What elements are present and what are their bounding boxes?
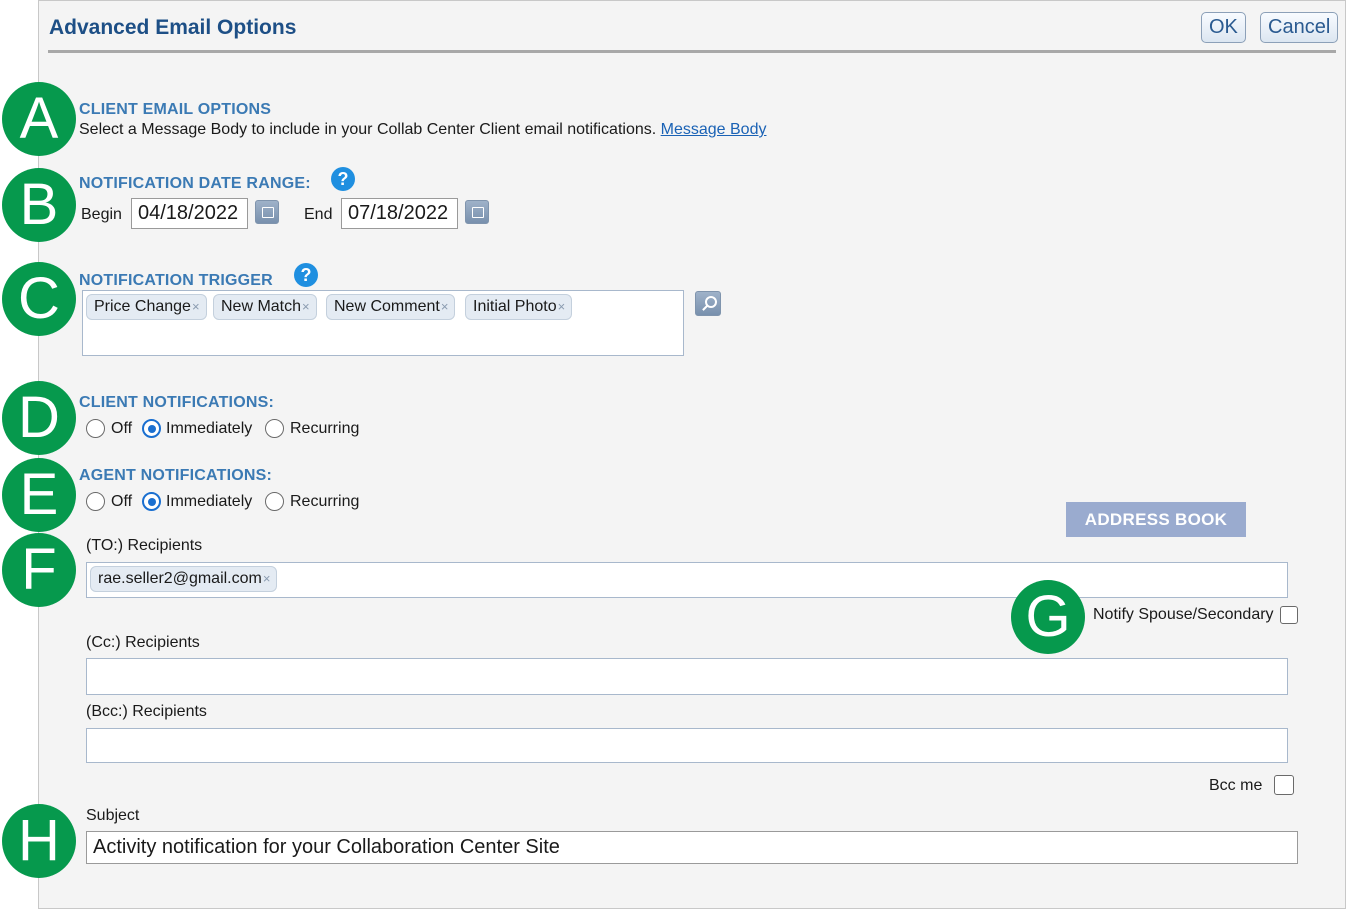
trigger-tag: Initial Photo× [465, 294, 573, 320]
begin-label: Begin [81, 206, 122, 223]
search-icon[interactable] [695, 291, 721, 316]
to-recipients-label: (TO:) Recipients [86, 537, 203, 554]
calendar-icon[interactable] [465, 200, 489, 224]
dialog-title: Advanced Email Options [49, 16, 297, 39]
help-icon[interactable]: ? [331, 167, 355, 191]
help-icon[interactable]: ? [294, 263, 318, 287]
notification-trigger-title: NOTIFICATION TRIGGER [79, 272, 273, 289]
ok-button[interactable]: OK [1201, 12, 1246, 43]
tag-label: New Comment [334, 298, 440, 315]
bcc-recipients-input[interactable] [86, 728, 1288, 763]
address-book-button[interactable]: ADDRESS BOOK [1066, 502, 1246, 537]
badge-h: H [2, 804, 76, 878]
date-range-title: NOTIFICATION DATE RANGE: [79, 175, 311, 192]
radio-label: Recurring [290, 493, 360, 510]
trigger-tag: Price Change× [86, 294, 207, 320]
calendar-icon[interactable] [255, 200, 279, 224]
close-icon[interactable]: × [263, 571, 271, 586]
radio-label: Immediately [166, 420, 253, 437]
trigger-tag: New Comment× [326, 294, 456, 320]
agent-notif-immediately-radio[interactable] [142, 492, 161, 511]
badge-g: G [1011, 580, 1085, 654]
client-notif-immediately-radio[interactable] [142, 419, 161, 438]
tag-label: Initial Photo [473, 298, 557, 315]
radio-label: Off [111, 493, 133, 510]
client-email-options-title: CLIENT EMAIL OPTIONS [79, 101, 272, 118]
badge-a: A [2, 82, 76, 156]
badge-d: D [2, 381, 76, 455]
tag-label: rae.seller2@gmail.com [98, 570, 262, 587]
agent-notifications-title: AGENT NOTIFICATIONS: [79, 467, 273, 484]
close-icon[interactable]: × [302, 299, 310, 314]
bcc-recipients-label: (Bcc:) Recipients [86, 703, 207, 720]
end-date-input[interactable]: 07/18/2022 [341, 198, 458, 229]
badge-e: E [2, 458, 76, 532]
cancel-button[interactable]: Cancel [1260, 12, 1339, 43]
cc-recipients-label: (Cc:) Recipients [86, 634, 200, 651]
subject-label: Subject [86, 807, 140, 824]
subject-input[interactable]: Activity notification for your Collabora… [86, 831, 1298, 864]
radio-label: Recurring [290, 420, 360, 437]
description-text: Select a Message Body to include in your… [79, 121, 657, 138]
close-icon[interactable]: × [558, 299, 566, 314]
end-label: End [304, 206, 333, 223]
begin-date-input[interactable]: 04/18/2022 [131, 198, 248, 229]
bcc-me-checkbox[interactable] [1274, 775, 1294, 795]
client-notifications-title: CLIENT NOTIFICATIONS: [79, 394, 274, 411]
agent-notif-recurring-radio[interactable] [265, 492, 284, 511]
cc-recipients-input[interactable] [86, 658, 1288, 695]
radio-label: Off [111, 420, 133, 437]
client-email-options-description: Select a Message Body to include in your… [79, 121, 766, 139]
client-notif-recurring-radio[interactable] [265, 419, 284, 438]
trigger-tag: New Match× [213, 294, 317, 320]
bcc-me-label: Bcc me [1209, 777, 1263, 794]
close-icon[interactable]: × [192, 299, 200, 314]
notify-spouse-checkbox[interactable] [1280, 606, 1298, 624]
close-icon[interactable]: × [441, 299, 449, 314]
badge-c: C [2, 262, 76, 336]
client-notif-off-radio[interactable] [86, 419, 105, 438]
tag-label: New Match [221, 298, 302, 315]
notify-spouse-label: Notify Spouse/Secondary [1093, 606, 1274, 623]
recipient-tag: rae.seller2@gmail.com× [90, 566, 278, 592]
tag-label: Price Change [94, 298, 191, 315]
badge-f: F [2, 533, 76, 607]
agent-notif-off-radio[interactable] [86, 492, 105, 511]
header-divider [48, 50, 1336, 53]
badge-b: B [2, 168, 76, 242]
message-body-link[interactable]: Message Body [661, 121, 767, 138]
radio-label: Immediately [166, 493, 253, 510]
